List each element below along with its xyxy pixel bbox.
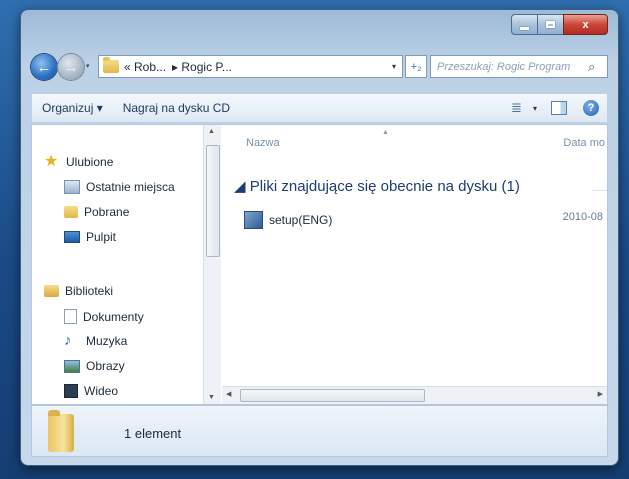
- explorer-window: x ← → ▾ « Rob... ▸ Rogic P... ▾ +₂ Przes…: [21, 10, 618, 465]
- group-divider: [592, 190, 607, 191]
- sidebar-item-videos[interactable]: Wideo: [64, 384, 118, 398]
- search-input[interactable]: Przeszukaj: Rogic Program: [431, 61, 588, 73]
- search-icon[interactable]: ⌕: [588, 59, 604, 75]
- sidebar-item-label: Ostatnie miejsca: [86, 180, 175, 194]
- navigation-pane: ★ Ulubione Ostatnie miejsca Pobrane Pulp…: [32, 125, 200, 404]
- column-header-date[interactable]: Data mo: [563, 137, 605, 149]
- file-date: 2010-08: [562, 211, 603, 223]
- refresh-icon: +₂: [410, 60, 422, 73]
- forward-button[interactable]: →: [58, 54, 84, 80]
- sidebar-item-label: Muzyka: [86, 334, 128, 348]
- caption-buttons: x: [511, 14, 608, 35]
- sidebar-item-libraries[interactable]: Biblioteki: [44, 284, 113, 298]
- close-icon: x: [582, 18, 589, 31]
- file-group-header[interactable]: ◢ Pliki znajdujące się obecnie na dysku …: [234, 177, 520, 195]
- music-icon: ♪: [64, 332, 72, 349]
- navigation-bar: ← → ▾ « Rob... ▸ Rogic P... ▾ +₂ Przeszu…: [31, 53, 608, 81]
- file-list-horizontal-scrollbar[interactable]: ◀ ▶: [222, 386, 607, 404]
- star-icon: ★: [44, 153, 59, 170]
- scroll-up-icon[interactable]: ▲: [208, 128, 215, 135]
- refresh-button[interactable]: +₂: [405, 55, 427, 78]
- back-arrow-icon: ←: [36, 58, 52, 76]
- details-pane: 1 element: [31, 405, 608, 457]
- sidebar-item-label: Pobrane: [84, 205, 130, 219]
- maximize-icon: [546, 21, 555, 28]
- column-header-name[interactable]: Nazwa: [246, 137, 280, 149]
- search-box[interactable]: Przeszukaj: Rogic Program ⌕: [430, 55, 608, 78]
- navigation-scrollbar[interactable]: ▲ ▼: [203, 125, 221, 404]
- sidebar-item-documents[interactable]: Dokumenty: [64, 309, 144, 324]
- sidebar-item-label: Dokumenty: [83, 309, 144, 324]
- command-toolbar: Organizuj ▾ Nagraj na dysku CD ≣ ▾ ?: [31, 93, 608, 123]
- file-list-pane: Nazwa Data mo ▲ ◢ Pliki znajdujące się o…: [222, 125, 607, 404]
- forward-arrow-icon: →: [63, 58, 79, 76]
- maximize-button[interactable]: [537, 14, 563, 35]
- item-count: 1 element: [124, 426, 182, 441]
- setup-file-icon: [244, 211, 263, 229]
- help-icon[interactable]: ?: [583, 100, 599, 116]
- horizontal-scroll-thumb[interactable]: [240, 389, 425, 402]
- file-name: setup(ENG): [269, 213, 333, 227]
- view-options-icon[interactable]: ≣: [511, 100, 533, 116]
- scroll-right-icon[interactable]: ▶: [598, 390, 603, 398]
- sidebar-item-pictures[interactable]: Obrazy: [64, 359, 125, 373]
- table-row[interactable]: setup(ENG) 2010-08: [244, 211, 607, 229]
- scroll-thumb[interactable]: [206, 145, 220, 257]
- view-dropdown-icon[interactable]: ▾: [533, 104, 537, 113]
- sidebar-item-label: Ulubione: [66, 155, 114, 169]
- address-bar[interactable]: « Rob... ▸ Rogic P... ▾: [98, 55, 403, 78]
- videos-icon: [64, 384, 78, 398]
- downloads-icon: [64, 206, 78, 218]
- sidebar-item-music[interactable]: ♪ Muzyka: [64, 332, 128, 349]
- sidebar-item-recent-places[interactable]: Ostatnie miejsca: [64, 180, 175, 194]
- sidebar-item-downloads[interactable]: Pobrane: [64, 205, 129, 219]
- sort-indicator-icon: ▲: [382, 129, 389, 136]
- pictures-icon: [64, 359, 80, 373]
- documents-icon: [64, 309, 77, 324]
- sidebar-item-label: Obrazy: [86, 359, 125, 373]
- folder-icon: [48, 410, 74, 452]
- recent-places-icon: [64, 180, 80, 194]
- breadcrumb-rob[interactable]: « Rob...: [124, 60, 166, 74]
- breadcrumb-rogic[interactable]: ▸ Rogic P...: [172, 60, 232, 74]
- sidebar-item-favorites[interactable]: ★ Ulubione: [44, 153, 114, 170]
- libraries-icon: [44, 285, 59, 297]
- organize-button[interactable]: Organizuj ▾: [32, 101, 113, 115]
- minimize-button[interactable]: [511, 14, 537, 35]
- folder-icon: [103, 57, 119, 73]
- close-button[interactable]: x: [563, 14, 608, 35]
- desktop-icon: [64, 231, 80, 243]
- sidebar-item-desktop[interactable]: Pulpit: [64, 230, 116, 244]
- back-button[interactable]: ←: [31, 54, 57, 80]
- minimize-icon: [520, 26, 529, 30]
- preview-pane-icon[interactable]: [551, 101, 567, 115]
- burn-to-cd-button[interactable]: Nagraj na dysku CD: [113, 101, 240, 115]
- sidebar-item-label: Pulpit: [86, 230, 117, 244]
- recent-pages-dropdown[interactable]: ▾: [86, 62, 90, 70]
- sidebar-item-label: Wideo: [84, 384, 119, 398]
- scroll-down-icon[interactable]: ▼: [208, 394, 215, 401]
- content-area: ★ Ulubione Ostatnie miejsca Pobrane Pulp…: [31, 124, 608, 405]
- scroll-left-icon[interactable]: ◀: [226, 390, 231, 398]
- sidebar-item-label: Biblioteki: [65, 284, 114, 298]
- address-dropdown-icon[interactable]: ▾: [392, 62, 396, 71]
